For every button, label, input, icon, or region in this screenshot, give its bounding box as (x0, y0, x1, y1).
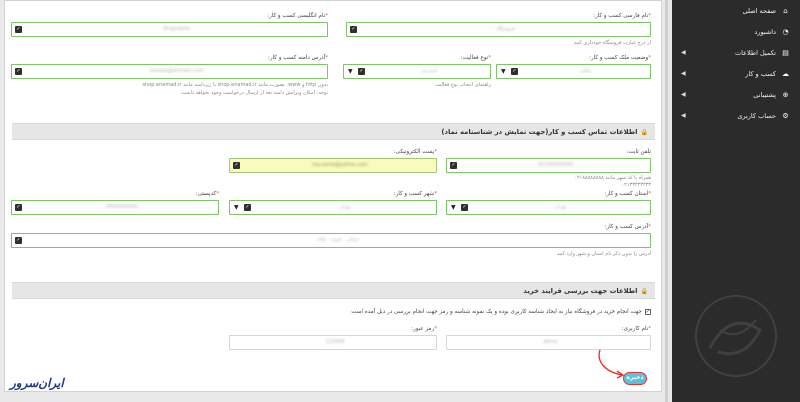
activity-label: *نوع فعالیت: (460, 55, 491, 61)
address-hint: آدرس را بدون ذکر نام استان و شهر وارد کن… (556, 251, 651, 257)
sidebar-item-4[interactable]: ⊕ پشتیبانی ◀ (672, 84, 800, 105)
domain-label: *آدرس دامنه کسب و کار: (267, 55, 328, 61)
sidebar-item-label: داشبورد (754, 27, 777, 36)
province-select[interactable]: تهران ✓ ▼ (446, 200, 651, 215)
city-label: *شهر کسب و کار: (393, 191, 437, 197)
review-section-header: 🔒اطلاعات جهت بررسی فرایند خرید (12, 282, 655, 299)
lock-icon: 🔒 (640, 288, 648, 295)
sidebar-list: ⌂ صفحه اصلی ◔ داشبورد ▤ تکمیل اطلاعات ◀ ☁ کسب و … (672, 0, 800, 126)
sidebar-item-0[interactable]: ⌂ صفحه اصلی (672, 0, 800, 21)
review-section-title: اطلاعات جهت بررسی فرایند خرید (523, 287, 638, 295)
domain-input[interactable]: sample@domain.com ✓ (11, 64, 328, 79)
sidebar-item-5[interactable]: ⚙ حساب کاربری ◀ (672, 105, 800, 126)
address-input[interactable]: خیابان - کوچه - پلاک ✓ (11, 233, 651, 248)
ownership-select[interactable]: ملکی ✓ ▼ (496, 64, 651, 79)
username-label: *نام کاربری: (621, 326, 651, 332)
main-scrollbar[interactable] (665, 0, 668, 402)
valid-check-icon: ✓ (358, 68, 365, 75)
password-label: *رمز عبور: (411, 326, 437, 332)
valid-check-icon: ✓ (15, 26, 22, 33)
name-fa-input[interactable]: فروشگاه ✓ (346, 22, 651, 37)
sidebar-item-label: تکمیل اطلاعات (735, 48, 776, 57)
activity-hint-link[interactable]: راهنمای انتخاب نوع فعالیت (435, 82, 491, 89)
postal-label: *کدپستی: (195, 191, 219, 197)
activity-select[interactable]: اینترنتی ✓ ▼ (343, 64, 491, 79)
valid-check-icon: ✓ (233, 162, 240, 169)
chevron-down-icon: ▼ (234, 204, 239, 211)
ownership-label: *وضعیت ملک کسب و کار: (589, 55, 651, 61)
phone-hint-example: ۰۲۱۳۳۳۳۳۳۳۳ (621, 182, 651, 188)
chevron-down-icon: ▼ (451, 204, 456, 211)
sidebar-item-1[interactable]: ◔ داشبورد (672, 21, 800, 42)
postal-input[interactable]: 0000000000 ✓ (11, 200, 219, 215)
file-icon: ▤ (782, 48, 789, 57)
sidebar-item-2[interactable]: ▤ تکمیل اطلاعات ◀ (672, 42, 800, 63)
sidebar-item-label: صفحه اصلی (742, 6, 776, 15)
phone-label: تلفن ثابت: (626, 149, 651, 155)
name-en-input[interactable]: Shopname ✓ (11, 22, 328, 37)
home-icon: ⌂ (783, 6, 788, 15)
phone-hint: همراه با کد شهر مانند ۰۲۱۸۸۸۸۸۸۸۸ (574, 175, 651, 181)
phone-input[interactable]: 02100000000 ✓ (446, 158, 651, 173)
sidebar-nav: ⌂ صفحه اصلی ◔ داشبورد ▤ تکمیل اطلاعات ◀ ☁ کسب و … (672, 0, 800, 402)
sidebar-item-label: پشتیبانی (753, 90, 776, 99)
chevron-left-icon: ◀ (681, 49, 686, 56)
chevron-down-icon: ▼ (501, 68, 506, 75)
save-button[interactable]: ذخیره (623, 372, 647, 385)
valid-check-icon: ✓ (15, 68, 22, 75)
contact-section-header: 🔒اطلاعات تماس کسب و کار(جهت نمایش در شنا… (12, 123, 655, 140)
valid-check-icon: ✓ (244, 204, 251, 211)
sidebar-item-label: کسب و کار (745, 69, 776, 78)
support-icon: ⊕ (782, 90, 789, 99)
valid-check-icon: ✓ (350, 26, 357, 33)
sidebar-item-3[interactable]: ☁ کسب و کار ◀ (672, 63, 800, 84)
valid-check-icon: ✓ (450, 162, 457, 169)
brand-logo: ایران‌سرور (10, 376, 64, 390)
review-checkbox-label: جهت انجام خرید در فروشگاه نیاز به ایجاد … (351, 309, 642, 315)
user-icon: ⚙ (782, 111, 789, 120)
city-select[interactable]: تهران ✓ ▼ (229, 200, 437, 215)
email-input[interactable]: my.name@yahoo.com ✓ (229, 158, 437, 173)
email-label: *پست الکترونیکی: (393, 149, 437, 155)
chevron-down-icon: ▼ (348, 68, 353, 75)
name-fa-hint: از درج عبارت فروشگاه خودداری کنید (573, 40, 651, 46)
valid-check-icon: ✓ (15, 237, 22, 244)
business-form-card: *نام فارسی کسب و کار: فروشگاه ✓ از درج عب… (4, 0, 662, 392)
review-checkbox[interactable]: ✓ (645, 309, 651, 315)
lock-icon: 🔒 (640, 129, 648, 136)
chevron-left-icon: ◀ (681, 91, 686, 98)
valid-check-icon: ✓ (461, 204, 468, 211)
name-fa-label: *نام فارسی کسب و کار: (593, 13, 651, 19)
chevron-left-icon: ◀ (681, 70, 686, 77)
password-input[interactable]: 123456 (229, 335, 437, 350)
chevron-left-icon: ◀ (681, 112, 686, 119)
province-label: *استان کسب و کار: (604, 191, 651, 197)
domain-warning: توجه: امکان ویرایش دامنه بعد از ارسال در… (181, 90, 328, 96)
review-checkbox-row[interactable]: ✓ جهت انجام خرید در فروشگاه نیاز به ایجا… (351, 309, 651, 315)
contact-section-title: اطلاعات تماس کسب و کار(جهت نمایش در شناس… (441, 128, 638, 136)
name-en-label: *نام انگلیسی کسب و کار: (267, 13, 328, 19)
valid-check-icon: ✓ (15, 204, 22, 211)
cloud-icon: ☁ (782, 69, 789, 78)
sidebar-item-label: حساب کاربری (737, 111, 776, 120)
valid-check-icon: ✓ (511, 68, 518, 75)
address-label: *آدرس کسب و کار: (604, 224, 651, 230)
dashboard-icon: ◔ (782, 27, 789, 36)
domain-hint: بدون http و www. بصورت مانند shop.enamad… (142, 82, 328, 88)
watermark-logo-icon (695, 295, 777, 377)
